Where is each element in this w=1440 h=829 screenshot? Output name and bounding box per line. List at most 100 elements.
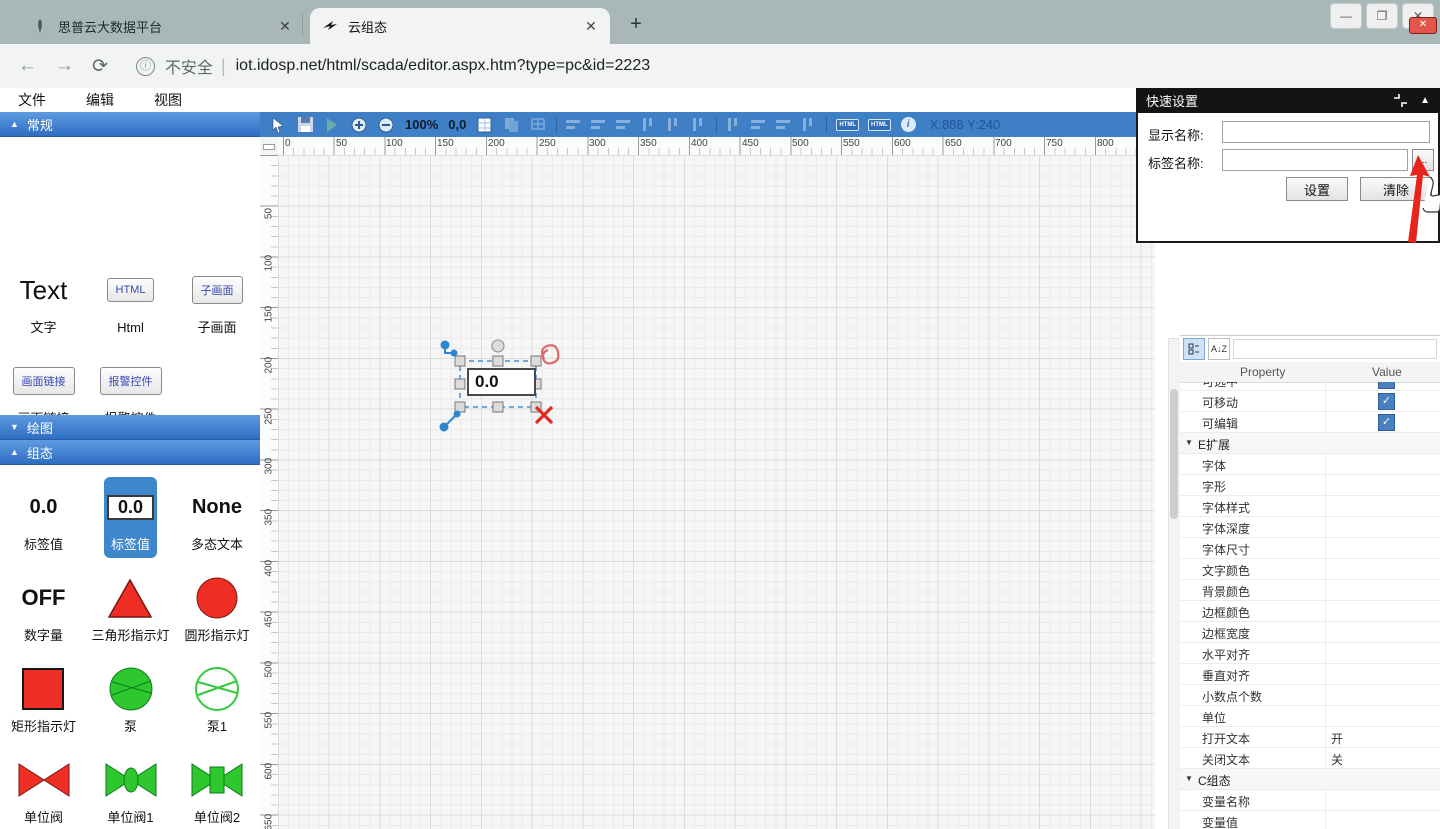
property-row-5[interactable]: 字形 xyxy=(1180,475,1440,496)
palette-item-rect-indicator[interactable]: 矩形指示灯 xyxy=(8,659,79,740)
property-value[interactable]: 关 xyxy=(1331,751,1343,768)
property-row-20[interactable]: 变量名称 xyxy=(1180,790,1440,811)
property-row-7[interactable]: 字体深度 xyxy=(1180,517,1440,538)
property-row-21[interactable]: 变量值 xyxy=(1180,811,1440,829)
same-width-icon[interactable] xyxy=(726,118,742,132)
palette-item-label-value-box[interactable]: 0.0标签值 xyxy=(104,477,157,558)
design-canvas[interactable] xyxy=(278,155,1155,829)
section-header-scada[interactable]: ▲ 组态 xyxy=(0,440,260,465)
property-row-8[interactable]: 字体尺寸 xyxy=(1180,538,1440,559)
palette-item-multistate-text[interactable]: None多态文本 xyxy=(188,477,246,558)
display-name-input[interactable] xyxy=(1222,121,1430,143)
section-header-general[interactable]: ▲ 常规 xyxy=(0,112,260,137)
palette-item-circle-indicator[interactable]: 圆形指示灯 xyxy=(181,568,252,649)
palette-item-html-button[interactable]: HTMLHtml xyxy=(104,260,158,341)
palette-item-text-sample[interactable]: Text文字 xyxy=(17,260,71,341)
screen-link-button[interactable]: 画面链接 xyxy=(13,367,75,395)
palette-item-triangle-indicator[interactable]: 三角形指示灯 xyxy=(88,568,172,649)
property-row-13[interactable]: 水平对齐 xyxy=(1180,643,1440,664)
palette-item-pump[interactable]: 泵 xyxy=(104,659,158,740)
tab-close-icon[interactable]: ✕ xyxy=(274,15,296,37)
palette-item-valve-red[interactable]: 单位阀 xyxy=(14,750,74,829)
collapse-up-icon[interactable]: ▲ xyxy=(1420,95,1430,106)
checkbox-checked[interactable]: ✓ xyxy=(1378,393,1395,410)
same-size-icon[interactable] xyxy=(776,118,792,132)
property-category-3[interactable]: ▼E扩展 xyxy=(1180,433,1440,454)
property-filter-input[interactable] xyxy=(1233,339,1437,359)
selected-widget[interactable]: 0.0 xyxy=(435,332,570,436)
reload-icon[interactable]: ⟳ xyxy=(92,55,108,78)
browser-tab-editor[interactable]: 云组态 ✕ xyxy=(310,8,610,44)
same-height-icon[interactable] xyxy=(751,118,767,132)
html-source-icon[interactable]: HTML xyxy=(836,119,859,131)
alphabetical-sort-icon[interactable]: A↓Z xyxy=(1208,338,1230,360)
align-top-icon[interactable] xyxy=(641,118,657,132)
align-center-icon[interactable] xyxy=(591,118,607,132)
checkbox-checked[interactable]: ✓ xyxy=(1378,382,1395,389)
menu-item-1[interactable]: 编辑 xyxy=(86,90,114,110)
palette-item-label-value-text[interactable]: 0.0标签值 xyxy=(21,477,66,558)
property-row-1[interactable]: 可移动✓ xyxy=(1180,391,1440,412)
palette-item-valve-green-ellipse[interactable]: 单位阀1 xyxy=(101,750,161,829)
url-field[interactable]: ⓘ 不安全 | iot.idosp.net/html/scada/editor.… xyxy=(136,54,650,78)
run-icon[interactable] xyxy=(323,116,341,134)
restore-button[interactable]: ❐ xyxy=(1366,3,1398,29)
property-row-15[interactable]: 小数点个数 xyxy=(1180,685,1440,706)
tag-name-input[interactable] xyxy=(1222,149,1408,171)
property-row-2[interactable]: 可编辑✓ xyxy=(1180,412,1440,433)
select-cursor-icon[interactable] xyxy=(269,116,287,134)
subscreen-button[interactable]: 子画面 xyxy=(192,276,243,304)
property-row-9[interactable]: 文字颜色 xyxy=(1180,559,1440,580)
zoom-out-icon[interactable] xyxy=(377,116,395,134)
new-tab-button[interactable]: + xyxy=(622,10,650,38)
palette-item-digital-text[interactable]: OFF数字量 xyxy=(19,568,69,649)
html-preview-icon[interactable]: HTML xyxy=(868,119,891,131)
scrollbar-thumb[interactable] xyxy=(1170,389,1178,519)
tab-close-icon[interactable]: ✕ xyxy=(580,15,602,37)
align-bottom-icon[interactable] xyxy=(691,118,707,132)
property-category-19[interactable]: ▼C组态 xyxy=(1180,769,1440,790)
menu-item-2[interactable]: 视图 xyxy=(154,90,182,110)
page-info-icon[interactable]: ⓘ xyxy=(136,57,155,76)
zoom-in-icon[interactable] xyxy=(350,116,368,134)
menu-item-0[interactable]: 文件 xyxy=(18,90,46,110)
section-header-drawing[interactable]: ▼ 绘图 xyxy=(0,415,260,440)
palette-item-subscreen-button[interactable]: 子画面子画面 xyxy=(189,260,246,341)
checkbox-checked[interactable]: ✓ xyxy=(1378,414,1395,431)
back-icon[interactable]: ← xyxy=(18,55,37,77)
clear-button[interactable]: 清除 xyxy=(1360,177,1432,201)
forward-icon[interactable]: → xyxy=(55,55,74,77)
html-button[interactable]: HTML xyxy=(107,278,155,302)
snap-grid-icon[interactable] xyxy=(529,116,547,134)
close-button[interactable]: ✕ ✕ xyxy=(1402,3,1434,29)
minimize-button[interactable]: — xyxy=(1330,3,1362,29)
property-row-4[interactable]: 字体 xyxy=(1180,454,1440,475)
quick-settings-header[interactable]: 快速设置 ▲ xyxy=(1136,88,1440,113)
property-row-18[interactable]: 关闭文本关 xyxy=(1180,748,1440,769)
align-right-icon[interactable] xyxy=(616,118,632,132)
tag-browse-button[interactable]: ... xyxy=(1412,149,1434,171)
palette-item-valve-green-rect[interactable]: 单位阀2 xyxy=(187,750,247,829)
categorized-view-icon[interactable] xyxy=(1183,338,1205,360)
label-value-widget[interactable]: 0.0 xyxy=(467,368,536,396)
page-grid-icon[interactable] xyxy=(475,116,493,134)
info-icon[interactable]: i xyxy=(901,117,916,132)
property-row-6[interactable]: 字体样式 xyxy=(1180,496,1440,517)
property-row-12[interactable]: 边框宽度 xyxy=(1180,622,1440,643)
copy-style-icon[interactable] xyxy=(502,116,520,134)
set-button[interactable]: 设置 xyxy=(1286,177,1348,201)
property-row-17[interactable]: 打开文本开 xyxy=(1180,727,1440,748)
property-row-0[interactable]: 可选中✓ xyxy=(1180,382,1440,391)
palette-item-pump-outline[interactable]: 泵1 xyxy=(190,659,244,740)
distribute-icon[interactable] xyxy=(801,118,817,132)
property-row-10[interactable]: 背景颜色 xyxy=(1180,580,1440,601)
property-row-16[interactable]: 单位 xyxy=(1180,706,1440,727)
align-middle-icon[interactable] xyxy=(666,118,682,132)
alarm-widget-button[interactable]: 报警控件 xyxy=(100,367,162,395)
save-icon[interactable] xyxy=(296,116,314,134)
align-left-icon[interactable] xyxy=(566,118,582,132)
property-row-14[interactable]: 垂直对齐 xyxy=(1180,664,1440,685)
browser-tab-platform[interactable]: 思普云大数据平台 ✕ xyxy=(20,8,304,44)
collapse-corners-icon[interactable] xyxy=(1393,93,1408,108)
property-value[interactable]: 开 xyxy=(1331,730,1343,747)
